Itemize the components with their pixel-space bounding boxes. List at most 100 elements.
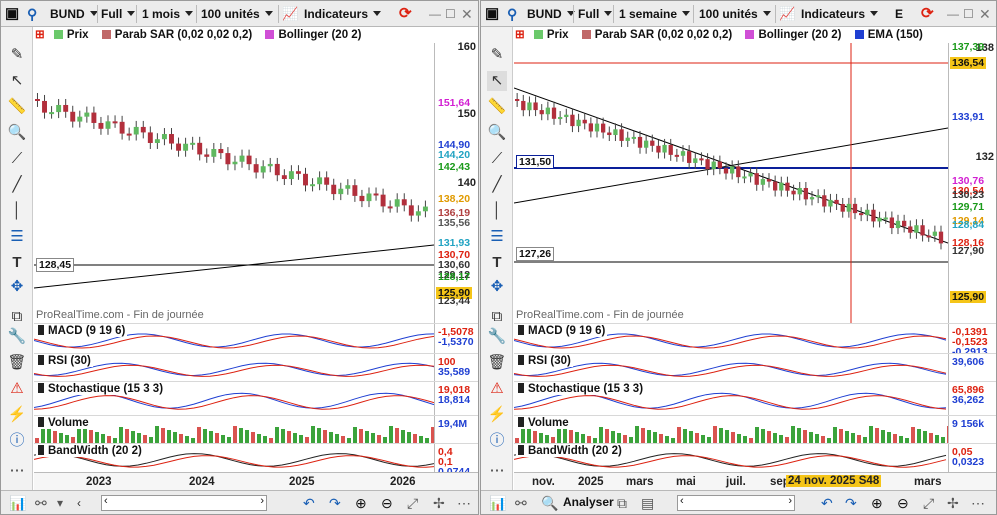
crosshair-icon[interactable]: ✢ — [433, 494, 445, 512]
trend-line[interactable] — [34, 244, 434, 289]
alert-icon[interactable]: ⚡ — [7, 405, 27, 425]
trend-line[interactable] — [514, 127, 948, 204]
indicator-axis[interactable]: -1,5078 -1,5370 — [434, 324, 478, 353]
segment-icon[interactable]: ⟋ — [7, 149, 27, 169]
indicator-label[interactable]: BandWidth (20 2) — [516, 445, 624, 457]
indicator-label[interactable]: RSI (30) — [516, 355, 573, 367]
indicator-pane[interactable]: Stochastique (15 3 3) 19,018 18,814 — [34, 381, 478, 415]
layout-icon[interactable]: ▤ — [641, 494, 654, 512]
indicator-axis[interactable]: 19,4M — [434, 416, 478, 443]
time-scrollbar[interactable]: ‹ › — [101, 495, 267, 511]
indicator-label[interactable]: Stochastique (15 3 3) — [36, 383, 166, 395]
indicators-icon[interactable]: 📈 — [779, 4, 795, 24]
symbol-selector[interactable]: BUND — [527, 4, 575, 24]
legend-add-icon[interactable]: ⊞ — [35, 29, 45, 41]
scanner-icon[interactable]: ⚠ — [7, 379, 27, 399]
window-menu-icon[interactable]: ▣ — [5, 4, 19, 24]
right-price-chart[interactable]: 131,50 127,26 ProRealTime.com - Fin de j… — [514, 43, 948, 323]
indicator-pane[interactable]: MACD (9 19 6) -1,5078 -1,5370 — [34, 323, 478, 353]
units-selector[interactable]: 100 unités — [699, 4, 771, 24]
more-icon[interactable]: ⋯ — [457, 494, 471, 512]
right-price-axis[interactable]: 138 132 137,39 136,54 133,91 130,76 130,54 13… — [948, 41, 996, 323]
indicator-pane[interactable]: RSI (30) 100 35,589 — [34, 353, 478, 381]
legend-add-icon[interactable]: ⊞ — [515, 29, 525, 41]
chart-type-icon[interactable]: 📊 — [9, 494, 26, 512]
alert-icon[interactable]: ⚡ — [487, 405, 507, 425]
symbol-selector[interactable]: BUND — [50, 4, 98, 24]
legend-ema[interactable]: EMA (150) — [868, 29, 923, 41]
indicator-axis[interactable]: 100 35,589 — [434, 354, 478, 381]
indicator-pane[interactable]: BandWidth (20 2) 0,05 0,0323 — [514, 443, 996, 472]
indicator-axis[interactable]: 9 156k — [948, 416, 996, 443]
indicator-label[interactable]: Volume — [36, 417, 91, 429]
zoom-in-icon[interactable]: ⊕ — [355, 494, 367, 512]
legend-sar[interactable]: Parab SAR (0,02 0,02 0,2) — [595, 29, 732, 41]
maximize-icon[interactable]: ☐ — [445, 4, 456, 24]
link-icon[interactable]: ⚯ — [35, 494, 47, 512]
line-icon[interactable]: ╱ — [7, 175, 27, 195]
search-icon[interactable]: ⚲ — [507, 4, 517, 24]
minimize-icon[interactable]: — — [429, 4, 441, 24]
indicator-axis[interactable]: -0,1391 -0,1523 -0,2913 — [948, 324, 996, 353]
refresh-icon[interactable]: ⟳ — [921, 4, 934, 24]
period-selector[interactable]: 1 mois — [142, 4, 193, 24]
ruler-icon[interactable]: 📏 — [487, 97, 507, 117]
zoom-in-icon[interactable]: ⊕ — [871, 494, 883, 512]
fibonacci-icon[interactable]: ☰ — [487, 227, 507, 247]
zoom-out-icon[interactable]: ⊖ — [381, 494, 393, 512]
more-icon[interactable]: ⋯ — [487, 461, 507, 481]
legend-price[interactable]: Prix — [67, 29, 89, 41]
move-icon[interactable]: ✥ — [7, 277, 27, 297]
cursor-icon[interactable]: ↖ — [487, 71, 507, 91]
right-time-axis[interactable]: nov. 2025 mars mai juil. sept. 24 nov. 2… — [514, 472, 996, 490]
indicator-axis[interactable]: 0,4 0,1 0,0744 — [434, 444, 478, 472]
indicator-pane[interactable]: MACD (9 19 6) -0,1391 -0,1523 -0,2913 — [514, 323, 996, 353]
analyser-button[interactable]: Analyser — [563, 495, 614, 509]
redo-icon[interactable]: ↷ — [845, 494, 857, 512]
mode-selector[interactable]: Full — [101, 4, 135, 24]
minimize-icon[interactable]: — — [947, 4, 959, 24]
indicator-pane[interactable]: BandWidth (20 2) 0,4 0,1 0,0744 — [34, 443, 478, 472]
zoom-icon[interactable]: 🔍 — [487, 123, 507, 143]
indicator-pane[interactable]: Volume 9 156k — [514, 415, 996, 443]
crosshair-icon[interactable]: ✢ — [947, 494, 959, 512]
close-icon[interactable]: ✕ — [461, 4, 473, 24]
line-icon[interactable]: ╱ — [487, 175, 507, 195]
indicator-axis[interactable]: 19,018 18,814 — [434, 382, 478, 415]
refresh-icon[interactable]: ⟳ — [399, 4, 412, 24]
more-icon[interactable]: ⋯ — [971, 494, 985, 512]
delete-icon[interactable]: 🗑 — [7, 353, 27, 373]
delete-icon[interactable]: 🗑 — [487, 353, 507, 373]
left-price-axis[interactable]: 160 150 140 151,64 144,90 144,20 142,43 138,… — [434, 41, 478, 323]
close-icon[interactable]: ✕ — [979, 4, 991, 24]
link-icon[interactable]: ⚯ — [515, 494, 527, 512]
properties-icon[interactable]: 🔧 — [487, 327, 507, 347]
indicator-pane[interactable]: Stochastique (15 3 3) 65,896 36,262 — [514, 381, 996, 415]
indicator-pane[interactable]: Volume 19,4M — [34, 415, 478, 443]
indicator-label[interactable]: Stochastique (15 3 3) — [516, 383, 646, 395]
indicator-axis[interactable]: 65,896 36,262 — [948, 382, 996, 415]
legend-sar[interactable]: Parab SAR (0,02 0,02 0,2) — [115, 29, 252, 41]
indicator-axis[interactable]: 39,606 — [948, 354, 996, 381]
zoom-icon[interactable]: 🔍 — [7, 123, 27, 143]
scroll-left-button[interactable]: ‹ — [77, 494, 81, 512]
info-icon[interactable]: ⓘ — [7, 431, 27, 451]
more-icon[interactable]: ⋯ — [7, 461, 27, 481]
indicator-label[interactable]: RSI (30) — [36, 355, 93, 367]
reset-zoom-icon[interactable]: ⤢ — [923, 494, 934, 512]
reset-zoom-icon[interactable]: ⤢ — [407, 494, 418, 512]
legend-bollinger[interactable]: Bollinger (20 2) — [278, 29, 361, 41]
info-icon[interactable]: ⓘ — [487, 431, 507, 451]
legend-price[interactable]: Prix — [547, 29, 569, 41]
indicator-label[interactable]: MACD (9 19 6) — [36, 325, 128, 337]
time-scrollbar[interactable]: ‹ › — [677, 495, 795, 511]
undo-icon[interactable]: ↶ — [303, 494, 315, 512]
mode-selector[interactable]: Full — [578, 4, 612, 24]
copy-icon[interactable]: ⧉ — [487, 307, 507, 327]
left-price-chart[interactable]: 128,45 ProRealTime.com - Fin de journée — [34, 43, 434, 323]
segment-icon[interactable]: ⟋ — [487, 149, 507, 169]
period-selector[interactable]: 1 semaine — [619, 4, 690, 24]
redo-icon[interactable]: ↷ — [329, 494, 341, 512]
legend-bollinger[interactable]: Bollinger (20 2) — [758, 29, 841, 41]
fibonacci-icon[interactable]: ☰ — [7, 227, 27, 247]
